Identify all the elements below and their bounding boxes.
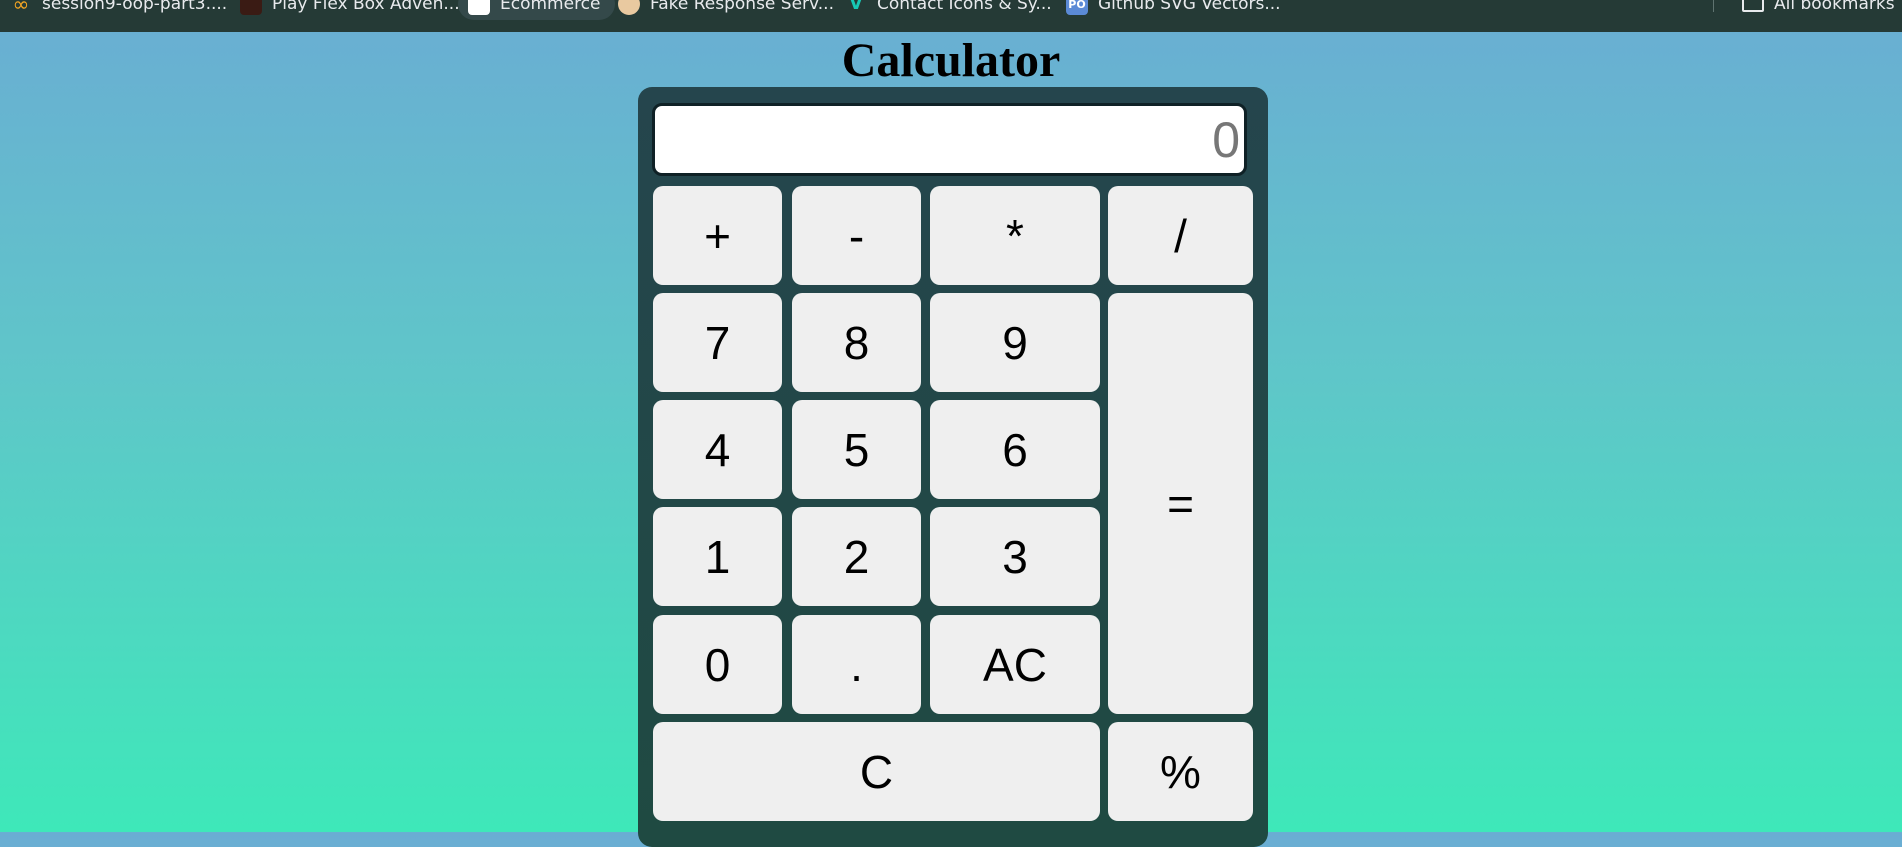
- infinity-icon: ∞: [12, 0, 30, 16]
- bookmarks-separator: [1713, 0, 1714, 12]
- bookmark-contact-icons[interactable]: V Contact Icons & Sy...: [845, 0, 1052, 20]
- three-button[interactable]: 3: [930, 507, 1100, 606]
- avatar-icon: [618, 0, 640, 15]
- subtract-button[interactable]: -: [792, 186, 921, 285]
- v-logo-icon: V: [849, 0, 863, 14]
- bookmark-flexbox[interactable]: Play Flex Box Adven...: [240, 0, 460, 20]
- game-icon: [240, 0, 262, 15]
- equals-button[interactable]: =: [1108, 293, 1253, 714]
- bookmark-label: Github SVG Vectors...: [1098, 0, 1281, 14]
- one-button[interactable]: 1: [653, 507, 782, 606]
- add-button[interactable]: +: [653, 186, 782, 285]
- all-bookmarks-button[interactable]: All bookmarks: [1742, 0, 1895, 20]
- all-bookmarks-label: All bookmarks: [1774, 0, 1895, 14]
- bookmark-github-svg[interactable]: PO Github SVG Vectors...: [1066, 0, 1281, 20]
- nine-button[interactable]: 9: [930, 293, 1100, 392]
- multiply-button[interactable]: *: [930, 186, 1100, 285]
- clear-button[interactable]: C: [653, 722, 1100, 821]
- box-icon: [468, 0, 490, 15]
- bookmark-label: Fake Response Serv...: [650, 0, 834, 14]
- seven-button[interactable]: 7: [653, 293, 782, 392]
- bookmark-label: Contact Icons & Sy...: [877, 0, 1052, 14]
- calculator: + - * / 7 8 9 = 4 5 6 1 2 3 0 . AC C %: [638, 87, 1268, 847]
- two-button[interactable]: 2: [792, 507, 921, 606]
- bookmark-fake-response[interactable]: Fake Response Serv...: [618, 0, 834, 20]
- bookmark-label: session9-oop-part3....: [42, 0, 228, 14]
- divide-button[interactable]: /: [1108, 186, 1253, 285]
- eight-button[interactable]: 8: [792, 293, 921, 392]
- zero-button[interactable]: 0: [653, 615, 782, 714]
- bookmark-session9[interactable]: ∞ session9-oop-part3....: [10, 0, 228, 20]
- four-button[interactable]: 4: [653, 400, 782, 499]
- page-title: Calculator: [841, 34, 1061, 87]
- percent-button[interactable]: %: [1108, 722, 1253, 821]
- calculator-display[interactable]: [652, 103, 1247, 176]
- decimal-button[interactable]: .: [792, 615, 921, 714]
- folder-icon: [1742, 0, 1764, 12]
- bookmarks-bar: ∞ session9-oop-part3.... Play Flex Box A…: [0, 0, 1902, 32]
- six-button[interactable]: 6: [930, 400, 1100, 499]
- po-icon: PO: [1066, 0, 1088, 15]
- five-button[interactable]: 5: [792, 400, 921, 499]
- all-clear-button[interactable]: AC: [930, 615, 1100, 714]
- bookmark-ecommerce[interactable]: Ecommerce: [458, 0, 615, 20]
- bookmark-label: Ecommerce: [500, 0, 601, 14]
- bookmark-label: Play Flex Box Adven...: [272, 0, 460, 14]
